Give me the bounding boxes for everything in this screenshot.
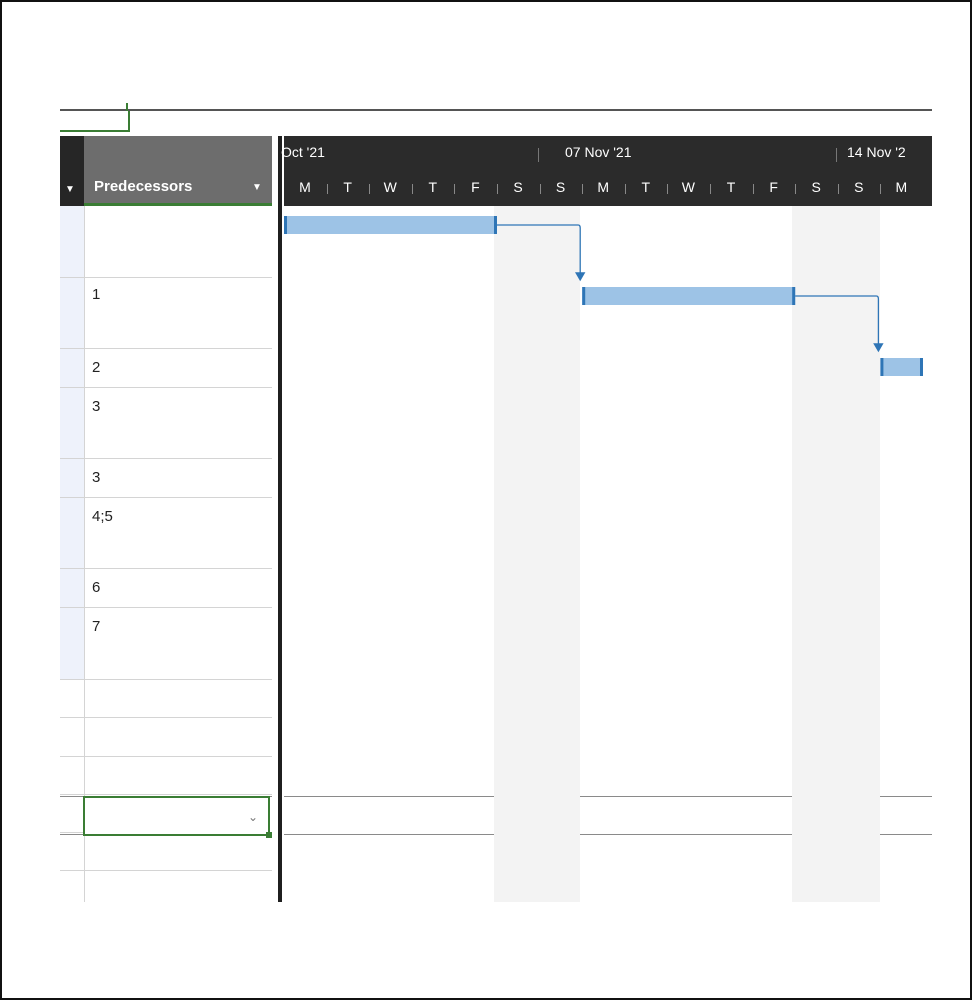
table-row[interactable]: [60, 718, 272, 757]
week-separator: [836, 148, 837, 162]
timescale-day-label: F: [769, 179, 778, 195]
table-row[interactable]: 7: [60, 608, 272, 680]
day-separator: [837, 184, 839, 194]
table-row[interactable]: [60, 206, 272, 278]
day-separator: [582, 184, 584, 194]
task-bar[interactable]: [880, 358, 923, 376]
dependency-link[interactable]: [795, 295, 884, 353]
table-row[interactable]: 3: [60, 388, 272, 459]
task-bar-end: [920, 358, 923, 376]
predecessors-cell[interactable]: 1: [92, 286, 100, 303]
table-row[interactable]: [60, 757, 272, 795]
day-separator: [880, 184, 882, 194]
timescale-day-label: W: [383, 179, 397, 195]
split-bar[interactable]: [272, 136, 284, 902]
task-bar-end: [582, 287, 586, 305]
timescale-header[interactable]: Oct '21 07 Nov '21 14 Nov '2 M T W T F S S M T W T…: [281, 136, 932, 206]
table-row[interactable]: 6: [60, 569, 272, 608]
day-separator: [411, 184, 413, 194]
timescale-day-label: S: [513, 179, 523, 195]
split-bar-line: [278, 136, 282, 902]
day-separator: [369, 184, 371, 194]
day-separator: [710, 184, 711, 194]
day-separator: [752, 184, 754, 194]
task-bar-end: [284, 216, 287, 234]
gantt-chart[interactable]: [284, 206, 932, 902]
table-row[interactable]: 1: [60, 278, 272, 349]
timescale-day-label: S: [555, 179, 566, 195]
day-separator: [667, 184, 669, 194]
timescale-week-label: 07 Nov '21: [565, 144, 632, 160]
chevron-down-icon[interactable]: ▼: [65, 184, 75, 195]
chevron-down-icon[interactable]: ▼: [252, 182, 262, 193]
task-bar-end: [880, 358, 884, 376]
task-bar[interactable]: [582, 287, 796, 305]
gantt-bars-layer: [284, 216, 923, 376]
table-row[interactable]: [60, 680, 272, 718]
entry-bar-marker: [126, 103, 128, 111]
task-bar[interactable]: [284, 216, 497, 234]
table-row[interactable]: [60, 833, 272, 871]
timescale-day-label: T: [428, 179, 438, 195]
timescale-day-label: S: [811, 179, 821, 195]
timescale-day-label: T: [343, 179, 352, 195]
predecessors-cell[interactable]: 2: [92, 359, 100, 376]
predecessors-cell[interactable]: 3: [92, 469, 100, 486]
predecessors-cell[interactable]: 4;5: [92, 508, 113, 525]
table-row[interactable]: 3: [60, 459, 272, 498]
column-header-label: Predecessors: [94, 178, 193, 195]
grid-header: ▼ Predecessors ▼: [60, 136, 272, 206]
timescale-day-label: S: [854, 179, 864, 195]
predecessors-selected-cell[interactable]: ⌄: [83, 796, 270, 836]
task-grid: ▼ Predecessors ▼ 1 2 3 3 4;5 6 7: [60, 136, 272, 902]
day-separator: [454, 184, 456, 194]
timescale-day-label: T: [726, 179, 736, 195]
chevron-down-icon[interactable]: ⌄: [244, 808, 262, 826]
timescale-week-label: 14 Nov '2: [847, 144, 906, 160]
entry-bar-cell[interactable]: [60, 111, 130, 132]
column-header-predecessors[interactable]: Predecessors ▼: [84, 136, 272, 206]
dependency-link[interactable]: [497, 224, 586, 282]
timescale-day-label: M: [895, 179, 908, 195]
predecessors-cell[interactable]: 7: [92, 618, 100, 635]
timescale-day-label: F: [471, 179, 480, 195]
task-bar-end: [792, 287, 796, 305]
timescale-week-label: Oct '21: [281, 144, 325, 160]
day-separator: [326, 184, 328, 194]
predecessors-cell[interactable]: 3: [92, 398, 100, 415]
day-separator: [795, 184, 797, 194]
table-row[interactable]: 2: [60, 349, 272, 388]
day-separator: [497, 184, 498, 194]
week-separator: [538, 148, 539, 162]
timescale-day-label: T: [641, 179, 651, 195]
table-row[interactable]: [60, 871, 272, 902]
timescale-day-label: W: [681, 179, 695, 195]
predecessors-cell[interactable]: 6: [92, 579, 100, 596]
column-header-previous[interactable]: ▼: [60, 136, 84, 206]
task-bar-end: [494, 216, 497, 234]
day-separator: [624, 184, 626, 194]
timescale-day-label: M: [597, 179, 610, 195]
day-separator: [539, 184, 541, 194]
timescale-day-label: M: [299, 179, 311, 195]
table-row[interactable]: 4;5: [60, 498, 272, 569]
ribbon-separator: [60, 109, 932, 111]
